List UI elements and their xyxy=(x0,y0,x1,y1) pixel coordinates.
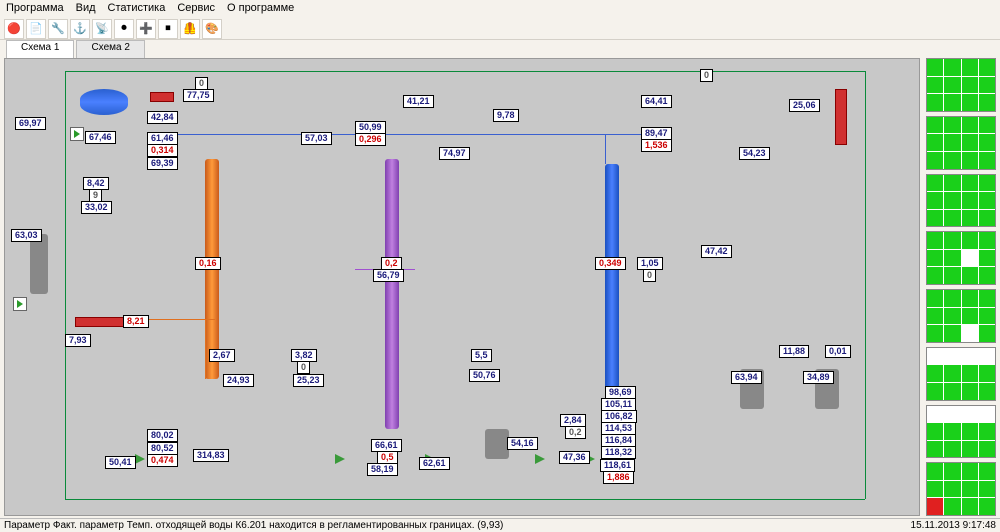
value-alarm: 1,536 xyxy=(641,139,672,152)
menu-item[interactable]: Вид xyxy=(76,2,96,16)
value: 69,97 xyxy=(15,117,46,130)
column-purple xyxy=(385,159,399,429)
status-time: 15.11.2013 9:17:48 xyxy=(911,520,996,531)
indicator-block[interactable] xyxy=(926,116,996,170)
valve-icon[interactable] xyxy=(135,454,145,464)
tank-blue xyxy=(80,89,128,115)
toolbar-button[interactable]: ⏹ xyxy=(158,19,178,39)
play-button[interactable] xyxy=(13,297,27,311)
toolbar-button[interactable]: ➕ xyxy=(136,19,156,39)
status-bar: Параметр Факт. параметр Темп. отходящей … xyxy=(0,518,1000,532)
tab-scheme-1[interactable]: Схема 1 xyxy=(6,40,74,58)
value-alarm: 0,349 xyxy=(595,257,626,270)
value: 2,67 xyxy=(209,349,235,362)
value: 74,97 xyxy=(439,147,470,160)
toolbar-button[interactable]: ⚓ xyxy=(70,19,90,39)
value: 57,03 xyxy=(301,132,332,145)
toolbar-button[interactable]: ⏺ xyxy=(114,19,134,39)
value: 42,84 xyxy=(147,111,178,124)
value: 47,36 xyxy=(559,451,590,464)
valve-icon[interactable] xyxy=(335,454,345,464)
value: 0,2 xyxy=(565,426,586,439)
menu-bar: Программа Вид Статистика Сервис О програ… xyxy=(0,0,1000,18)
value: 5,5 xyxy=(471,349,492,362)
tab-scheme-2[interactable]: Схема 2 xyxy=(76,40,144,58)
menu-item[interactable]: О программе xyxy=(227,2,294,16)
menu-item[interactable]: Статистика xyxy=(108,2,166,16)
toolbar-button[interactable]: 🦺 xyxy=(180,19,200,39)
valve-control[interactable] xyxy=(70,127,84,141)
value-alarm: 0,296 xyxy=(355,133,386,146)
indicator-block[interactable] xyxy=(926,347,996,401)
value: 62,61 xyxy=(419,457,450,470)
indicator-block[interactable] xyxy=(926,231,996,285)
indicator-block[interactable] xyxy=(926,289,996,343)
heater-red-small xyxy=(150,92,174,102)
value: 63,03 xyxy=(11,229,42,242)
value: 0 xyxy=(643,269,656,282)
value: 54,16 xyxy=(507,437,538,450)
value: 0,01 xyxy=(825,345,851,358)
toolbar-button[interactable]: 📄 xyxy=(26,19,46,39)
value: 50,76 xyxy=(469,369,500,382)
value: 67,46 xyxy=(85,131,116,144)
value: 11,88 xyxy=(779,345,809,358)
value-alarm: 0,314 xyxy=(147,144,178,157)
indicator-block[interactable] xyxy=(926,174,996,228)
value: 56,79 xyxy=(373,269,404,282)
value: 7,93 xyxy=(65,334,91,347)
indicator-block[interactable] xyxy=(926,405,996,459)
menu-item[interactable]: Программа xyxy=(6,2,64,16)
status-message: Параметр Факт. параметр Темп. отходящей … xyxy=(4,520,503,531)
value: 41,21 xyxy=(403,95,434,108)
value: 34,89 xyxy=(803,371,834,384)
valve-icon[interactable] xyxy=(535,454,545,464)
value: 118,32 xyxy=(601,446,636,459)
value: 80,02 xyxy=(147,429,178,442)
toolbar-button[interactable]: 🔴 xyxy=(4,19,24,39)
heater-red-low xyxy=(75,317,125,327)
value: 25,23 xyxy=(293,374,324,387)
value: 33,02 xyxy=(81,201,112,214)
vessel-gray-1 xyxy=(485,429,509,459)
toolbar-button[interactable]: 🎨 xyxy=(202,19,222,39)
process-diagram: 69,97 67,46 8,42 9 33,02 63,03 7,93 80,0… xyxy=(4,58,920,516)
value-alarm: 0,16 xyxy=(195,257,221,270)
value: 0 xyxy=(700,69,713,82)
menu-item[interactable]: Сервис xyxy=(177,2,215,16)
value: 77,75 xyxy=(183,89,214,102)
value-alarm: 0,474 xyxy=(147,454,178,467)
toolbar-button[interactable]: 🔧 xyxy=(48,19,68,39)
indicator-block[interactable] xyxy=(926,462,996,516)
vessel-gray-left xyxy=(30,234,48,294)
value: 50,41 xyxy=(105,456,136,469)
tab-bar: Схема 1 Схема 2 xyxy=(0,40,1000,58)
value: 63,94 xyxy=(731,371,762,384)
value: 9,78 xyxy=(493,109,519,122)
value: 25,06 xyxy=(789,99,820,112)
heater-red xyxy=(835,89,847,145)
toolbar-button[interactable]: 📡 xyxy=(92,19,112,39)
value: 54,23 xyxy=(739,147,770,160)
value: 24,93 xyxy=(223,374,254,387)
toolbar: 🔴 📄 🔧 ⚓ 📡 ⏺ ➕ ⏹ 🦺 🎨 xyxy=(0,18,1000,40)
value: 69,39 xyxy=(147,157,178,170)
value-alarm: 8,21 xyxy=(123,315,149,328)
value: 47,42 xyxy=(701,245,732,258)
value: 58,19 xyxy=(367,463,398,476)
indicator-panels xyxy=(926,58,996,516)
value-alarm: 1,886 xyxy=(603,471,634,484)
value: 314,83 xyxy=(193,449,229,462)
value: 0 xyxy=(297,361,310,374)
indicator-block[interactable] xyxy=(926,58,996,112)
value: 64,41 xyxy=(641,95,672,108)
